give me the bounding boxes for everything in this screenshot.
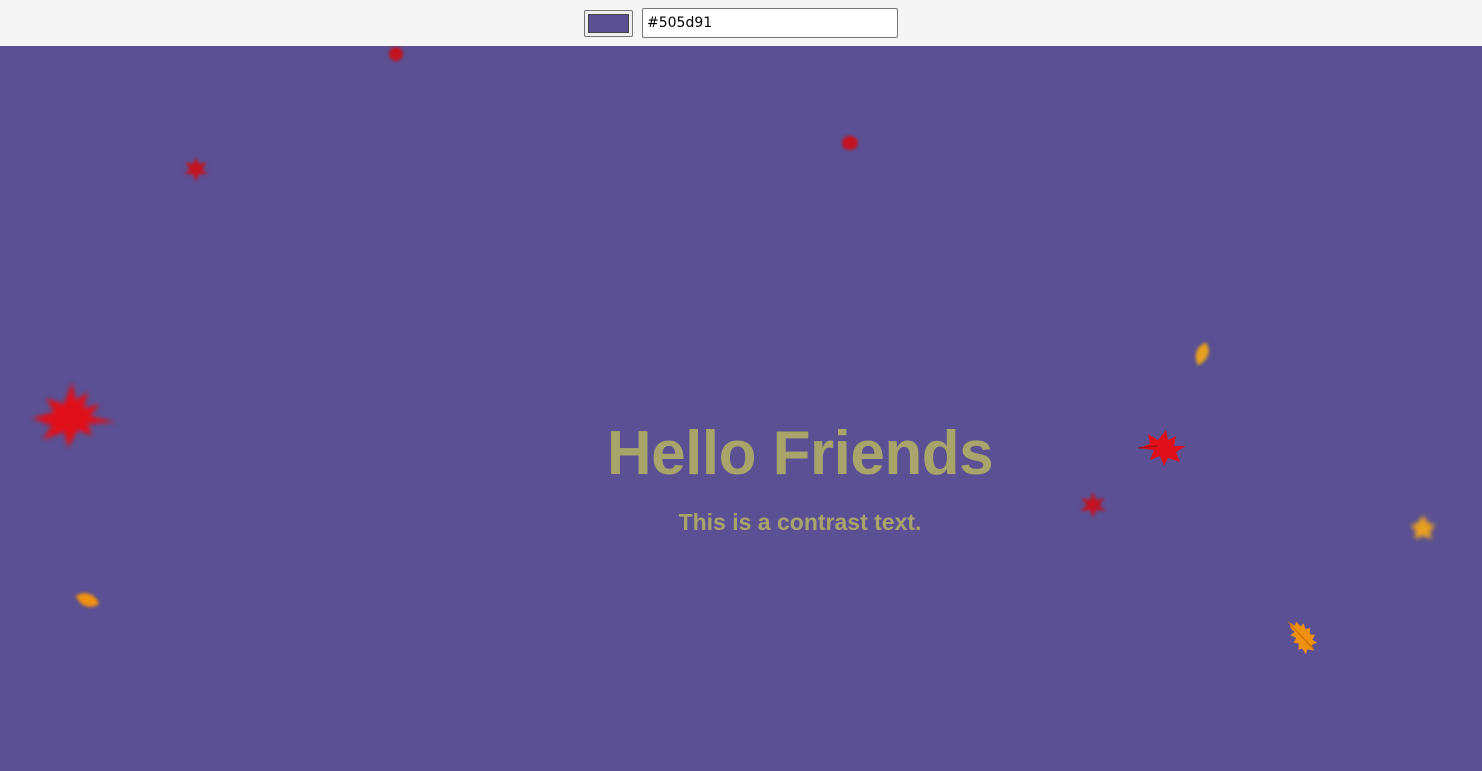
maple-leaf-icon xyxy=(184,157,208,182)
leaf-shape xyxy=(389,47,403,61)
leaf-icon xyxy=(842,136,858,150)
color-swatch-fill xyxy=(588,13,629,33)
hero-title: Hello Friends xyxy=(606,419,994,488)
leaf-shape xyxy=(1138,430,1186,466)
hero: Hello Friends This is a contrast text. xyxy=(500,418,1100,536)
hero-subtitle: This is a contrast text. xyxy=(678,509,922,535)
leaf-icon xyxy=(76,593,99,607)
color-toolbar xyxy=(0,0,1482,46)
leaf-shape xyxy=(76,593,99,607)
leaf-shape xyxy=(1411,515,1435,539)
hex-color-input[interactable] xyxy=(642,8,898,38)
maple-leaf-icon xyxy=(1137,430,1186,466)
leaf-shape xyxy=(842,136,858,150)
leaf-shape xyxy=(32,382,116,448)
leaf-shape xyxy=(1195,342,1209,366)
leaf-icon xyxy=(1195,342,1209,366)
preview-stage: Hello Friends This is a contrast text. xyxy=(0,46,1482,771)
oak-leaf-icon xyxy=(1287,621,1318,654)
maple-leaf-icon xyxy=(32,382,116,448)
leaf-shape xyxy=(184,157,208,182)
leaf-icon xyxy=(389,47,403,61)
leaf-shape xyxy=(1290,621,1318,654)
leaf-icon xyxy=(1411,515,1435,539)
color-picker-swatch[interactable] xyxy=(584,9,633,37)
